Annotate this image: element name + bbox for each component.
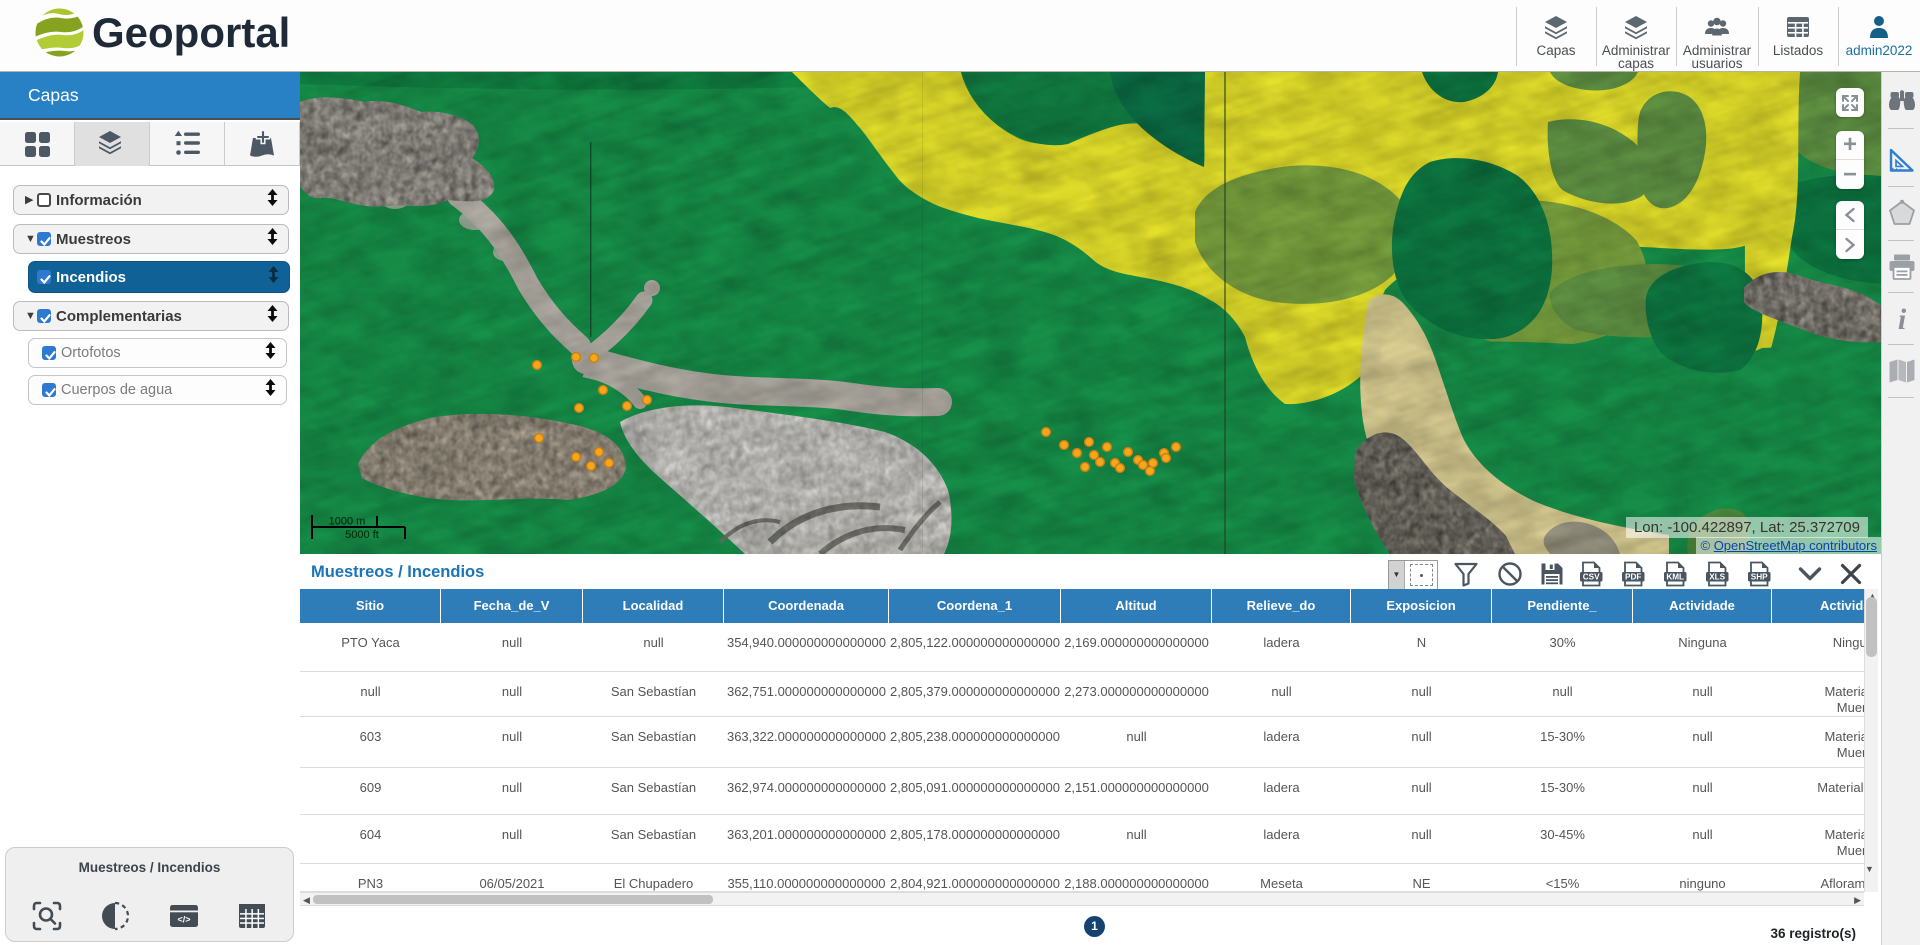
svg-text:i: i	[1898, 304, 1907, 334]
svg-text:CSV: CSV	[1583, 573, 1600, 582]
svg-text:PDF: PDF	[1625, 573, 1641, 582]
svg-text:1000 m: 1000 m	[329, 516, 366, 528]
svg-text:KML: KML	[1666, 573, 1684, 582]
svg-text:</>: </>	[177, 915, 190, 925]
svg-text:XLS: XLS	[1709, 573, 1725, 582]
svg-text:SHP: SHP	[1751, 573, 1768, 582]
svg-text:5000 ft: 5000 ft	[345, 529, 379, 540]
